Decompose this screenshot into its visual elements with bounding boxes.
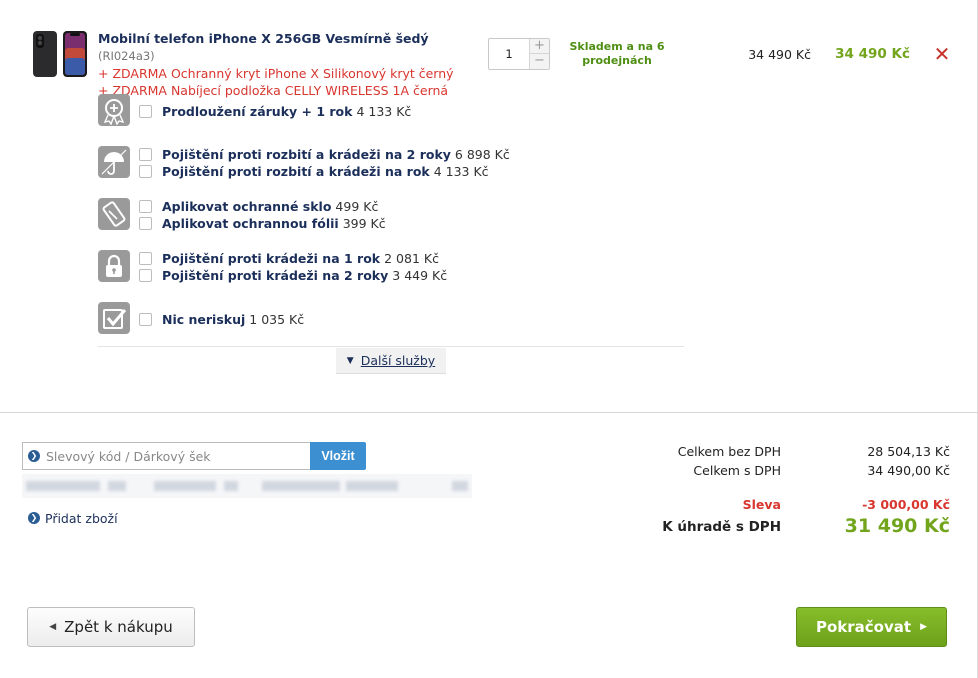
service-checkbox[interactable]	[139, 165, 152, 178]
service-label[interactable]: Pojištění proti krádeži na 2 roky	[162, 268, 388, 283]
product-title[interactable]: Mobilní telefon iPhone X 256GB Vesmírně …	[98, 31, 429, 46]
total-with-vat-label: Celkem s DPH	[693, 463, 781, 478]
apply-coupon-button[interactable]: Vložit	[310, 442, 366, 470]
blurred-text	[108, 481, 126, 491]
caret-left-icon: ◀	[49, 622, 57, 632]
blurred-text	[154, 481, 216, 491]
total-with-vat-value: 34 490,00 Kč	[867, 463, 950, 478]
continue-button-label: Pokračovat	[816, 618, 912, 636]
screen-protector-icon	[98, 198, 130, 230]
service-checkbox[interactable]	[139, 252, 152, 265]
amount-due-value: 31 490 Kč	[844, 515, 950, 537]
service-label[interactable]: Nic neriskuj	[162, 312, 245, 327]
blurred-text	[224, 481, 238, 491]
add-item-link[interactable]: ❯ Přidat zboží	[28, 510, 118, 526]
service-checkbox[interactable]	[139, 313, 152, 326]
product-info: Mobilní telefon iPhone X 256GB Vesmírně …	[98, 30, 483, 99]
umbrella-icon	[98, 146, 130, 178]
more-services-label[interactable]: Další služby	[361, 353, 436, 368]
caret-right-icon: ▶	[920, 622, 927, 632]
cart-page: Mobilní telefon iPhone X 256GB Vesmírně …	[0, 0, 978, 678]
chevron-right-icon: ❯	[28, 512, 40, 524]
divider	[98, 346, 684, 347]
continue-button[interactable]: Pokračovat ▶	[796, 607, 947, 647]
service-label[interactable]: Prodloužení záruky + 1 rok	[162, 104, 352, 119]
service-label[interactable]: Pojištění proti rozbití a krádeži na rok	[162, 164, 430, 179]
product-image[interactable]	[30, 30, 92, 78]
service-price: 4 133 Kč	[433, 164, 489, 179]
service-price: 1 035 Kč	[249, 312, 305, 327]
warranty-icon	[98, 94, 130, 126]
service-checkbox[interactable]	[139, 217, 152, 230]
service-price: 399 Kč	[342, 216, 386, 231]
service-option-damage-theft-1y[interactable]: Pojištění proti rozbití a krádeži na rok…	[139, 163, 489, 180]
service-price: 3 449 Kč	[392, 268, 448, 283]
service-option-theft-2y[interactable]: Pojištění proti krádeži na 2 roky 3 449 …	[139, 267, 447, 284]
line-total-price: 34 490 Kč	[835, 46, 910, 62]
service-label[interactable]: Pojištění proti rozbití a krádeži na 2 r…	[162, 147, 451, 162]
service-price: 2 081 Kč	[384, 251, 439, 266]
divider	[0, 412, 978, 413]
add-item-label[interactable]: Přidat zboží	[45, 511, 118, 526]
blurred-text	[452, 481, 468, 491]
service-checkbox[interactable]	[139, 200, 152, 213]
lock-icon	[98, 250, 130, 282]
total-without-vat-label: Celkem bez DPH	[677, 444, 781, 459]
stock-status: Skladem a na 6 prodejnách	[569, 40, 665, 67]
remove-item-icon[interactable]: ✕	[932, 43, 952, 65]
blurred-text	[26, 481, 100, 491]
service-checkbox[interactable]	[139, 105, 152, 118]
service-option-foil[interactable]: Aplikovat ochrannou fólii 399 Kč	[139, 215, 386, 232]
service-option-theft-1y[interactable]: Pojištění proti krádeži na 1 rok 2 081 K…	[139, 250, 439, 267]
more-services-button[interactable]: ▼ Další služby	[336, 348, 446, 374]
service-option-warranty[interactable]: Prodloužení záruky + 1 rok 4 133 Kč	[139, 103, 411, 120]
service-price: 499 Kč	[335, 199, 379, 214]
coupon-field[interactable]: ❯	[22, 442, 310, 470]
service-label[interactable]: Aplikovat ochrannou fólii	[162, 216, 339, 231]
caret-down-icon: ▼	[346, 355, 354, 366]
quantity-increase-button[interactable]: +	[529, 39, 549, 54]
blurred-text	[262, 481, 340, 491]
back-button-label: Zpět k nákupu	[64, 618, 173, 636]
quantity-decrease-button[interactable]: −	[529, 54, 549, 69]
service-checkbox[interactable]	[139, 269, 152, 282]
service-checkbox[interactable]	[139, 148, 152, 161]
service-option-damage-theft-2y[interactable]: Pojištění proti rozbití a krádeži na 2 r…	[139, 146, 510, 163]
total-without-vat-value: 28 504,13 Kč	[867, 444, 950, 459]
service-label[interactable]: Aplikovat ochranné sklo	[162, 199, 331, 214]
gift-item: + ZDARMA Ochranný kryt iPhone X Silikono…	[98, 66, 454, 81]
unit-price: 34 490 Kč	[748, 47, 811, 62]
amount-due-label: K úhradě s DPH	[662, 519, 781, 535]
product-code: (RI024a3)	[98, 49, 155, 63]
discount-value: -3 000,00 Kč	[862, 497, 950, 512]
quantity-stepper[interactable]: 1 + −	[488, 38, 550, 70]
service-option-glass[interactable]: Aplikovat ochranné sklo 499 Kč	[139, 198, 378, 215]
discount-label: Sleva	[742, 497, 781, 512]
service-price: 6 898 Kč	[454, 147, 510, 162]
back-to-shopping-button[interactable]: ◀ Zpět k nákupu	[27, 607, 195, 647]
checkmark-icon	[98, 302, 130, 334]
gift-item: + ZDARMA Nabíjecí podložka CELLY WIRELES…	[98, 83, 449, 98]
coupon-input[interactable]	[46, 448, 296, 464]
quantity-value[interactable]: 1	[489, 39, 529, 69]
service-label[interactable]: Pojištění proti krádeži na 1 rok	[162, 251, 380, 266]
service-option-no-risk[interactable]: Nic neriskuj 1 035 Kč	[139, 311, 304, 328]
service-price: 4 133 Kč	[356, 104, 412, 119]
blurred-text	[346, 481, 398, 491]
chevron-right-icon: ❯	[28, 450, 40, 462]
